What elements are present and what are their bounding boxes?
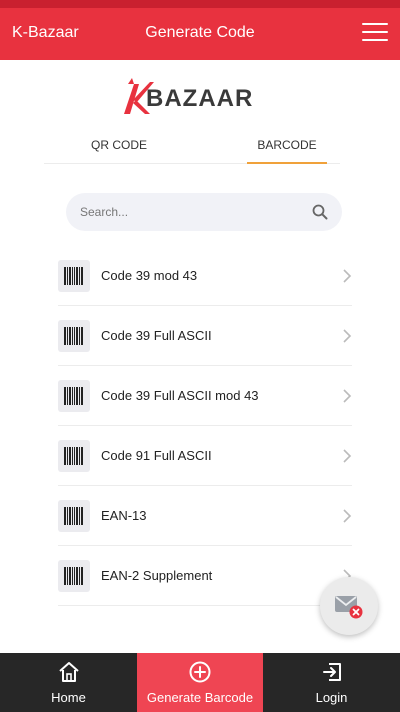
barcode-icon [58, 560, 90, 592]
barcode-icon [58, 500, 90, 532]
chevron-right-icon [343, 509, 352, 523]
tab-qr-code[interactable]: QR CODE [74, 130, 164, 164]
list-item-ean-13[interactable]: EAN-13 [58, 486, 352, 546]
list-item-label: EAN-2 Supplement [101, 568, 213, 583]
code-type-tabs: QR CODE BARCODE [44, 130, 340, 164]
search-bar [66, 193, 342, 231]
list-item-code-39-full-ascii-mod-43[interactable]: Code 39 Full ASCII mod 43 [58, 366, 352, 426]
login-icon [322, 663, 341, 681]
list-item-code-39-full-ascii[interactable]: Code 39 Full ASCII [58, 306, 352, 366]
list-item-ean-2-supplement[interactable]: EAN-2 Supplement [58, 546, 352, 606]
logo-wordmark: BAZAAR [146, 85, 254, 112]
list-item-code-39-mod-43[interactable]: Code 39 mod 43 [58, 246, 352, 306]
chevron-right-icon [343, 449, 352, 463]
chevron-right-icon [343, 329, 352, 343]
list-item-label: Code 91 Full ASCII [101, 448, 212, 463]
search-input[interactable] [80, 202, 300, 222]
barcode-icon [58, 260, 90, 292]
list-item-label: Code 39 Full ASCII [101, 328, 212, 343]
list-item-code-91-full-ascii[interactable]: Code 91 Full ASCII [58, 426, 352, 486]
home-icon [58, 662, 79, 682]
list-item-label: Code 39 mod 43 [101, 268, 198, 283]
page-title: Generate Code [145, 24, 255, 41]
search-icon[interactable] [312, 204, 328, 220]
list-item-label: Code 39 Full ASCII mod 43 [101, 388, 259, 403]
chevron-right-icon [343, 389, 352, 403]
bottom-navigation: Home Generate Barcode Login [0, 653, 400, 712]
mail-error-icon [335, 596, 363, 619]
nav-login-label: Login [315, 690, 348, 705]
app-header: K-Bazaar Generate Code [0, 8, 400, 60]
nav-login-button[interactable]: Login [263, 653, 400, 712]
nav-home-button[interactable]: Home [0, 653, 137, 712]
nav-home-label: Home [51, 690, 86, 705]
status-strip [0, 0, 400, 8]
plus-circle-icon [189, 661, 211, 683]
nav-generate-barcode-button[interactable]: Generate Barcode [137, 653, 263, 712]
hamburger-menu-icon[interactable] [362, 23, 388, 45]
list-item-label: EAN-13 [101, 508, 147, 523]
barcode-icon [58, 320, 90, 352]
nav-generate-barcode-label: Generate Barcode [146, 690, 254, 705]
barcode-icon [58, 440, 90, 472]
k-bazaar-logo: BAZAAR [120, 74, 260, 118]
chevron-right-icon [343, 269, 352, 283]
barcode-icon [58, 380, 90, 412]
mail-error-fab[interactable] [320, 577, 378, 635]
tab-barcode[interactable]: BARCODE [247, 130, 327, 164]
barcode-type-list: Code 39 mod 43 Code 39 Full ASCII Code 3… [58, 246, 352, 606]
